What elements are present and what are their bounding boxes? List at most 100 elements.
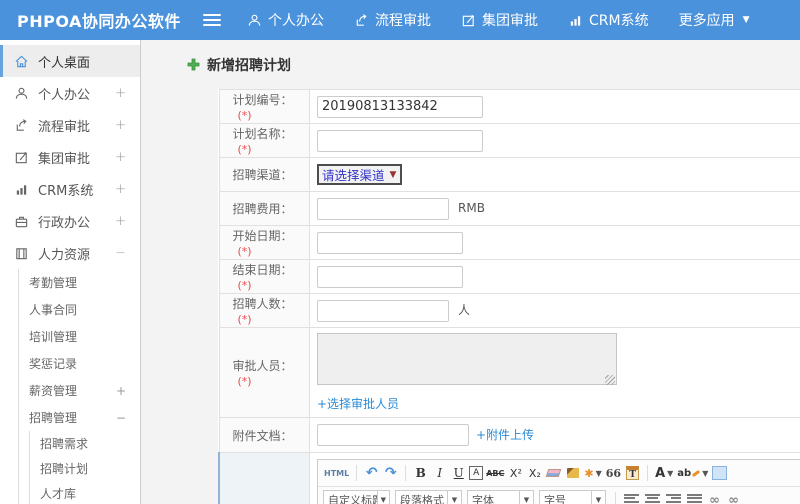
topnav-more-apps[interactable]: 更多应用 ▼ — [679, 10, 750, 30]
person-icon — [247, 13, 262, 28]
attachment-input[interactable] — [317, 424, 469, 447]
collapse-minus-icon[interactable]: − — [115, 246, 126, 261]
expand-plus-icon[interactable]: + — [115, 118, 126, 133]
pen-icon — [692, 469, 701, 477]
required-mark: (*) — [237, 279, 252, 292]
sidebar-item-recruit-mgmt[interactable]: 招聘管理 − — [19, 404, 140, 431]
sidebar-item-salary[interactable]: 薪资管理 + — [19, 377, 140, 404]
superscript-button[interactable]: X² — [507, 463, 524, 483]
font-size-dropdown[interactable]: 字号 ▼ — [539, 490, 606, 504]
font-color-button[interactable]: A ▼ — [654, 463, 674, 483]
sidebar-item-desktop[interactable]: 个人桌面 — [0, 45, 140, 77]
redo-icon[interactable]: ↷ — [382, 463, 399, 483]
add-plus-icon — [187, 56, 200, 75]
bold-button[interactable]: B — [412, 463, 429, 483]
underline-button[interactable]: U — [450, 463, 467, 483]
person-icon — [14, 86, 30, 101]
sidebar-item-talent-pool[interactable]: 人才库 — [30, 481, 140, 504]
form-row-editor: HTML ↶ ↷ B I U A ABC X² X₂ ✱ ▼ 66 T A ▼ … — [218, 452, 800, 504]
align-justify-icon[interactable] — [687, 494, 702, 504]
menu-icon[interactable] — [203, 11, 221, 29]
blockquote-button[interactable]: 66 — [605, 463, 622, 483]
app-header: PHPOA协同办公软件 个人办公 流程审批 集团审批 CRM系统 更多应用 ▼ — [0, 0, 800, 40]
remove-link-icon[interactable]: ∞ — [725, 490, 742, 504]
insert-link-icon[interactable]: ∞ — [706, 490, 723, 504]
sidebar-item-attendance[interactable]: 考勤管理 — [19, 269, 140, 296]
expand-plus-icon[interactable]: + — [115, 214, 126, 229]
paste-icon[interactable]: T — [624, 463, 641, 483]
sidebar-item-hr[interactable]: 人力资源 − — [0, 237, 140, 269]
topnav-flow-approval[interactable]: 流程审批 — [354, 10, 431, 30]
required-mark: (*) — [237, 143, 252, 156]
sidebar: 个人桌面 个人办公 + 流程审批 + 集团审批 + CRM系统 + 行政办公 + — [0, 40, 141, 504]
sidebar-item-personal-office[interactable]: 个人办公 + — [0, 77, 140, 109]
channel-select[interactable]: 请选择渠道 ▼ — [317, 164, 403, 185]
topnav-personal-office[interactable]: 个人办公 — [247, 10, 324, 30]
briefcase-icon — [14, 214, 30, 229]
field-label: 招聘费用： — [232, 202, 293, 216]
sidebar-item-hr-contract[interactable]: 人事合同 — [19, 296, 140, 323]
edit-square-icon — [14, 150, 30, 165]
expand-plus-icon[interactable]: + — [116, 384, 126, 398]
collapse-minus-icon[interactable]: − — [116, 411, 126, 425]
expand-plus-icon[interactable]: + — [115, 150, 126, 165]
strikethrough-button[interactable]: ABC — [485, 463, 505, 483]
sidebar-item-admin-office[interactable]: 行政办公 + — [0, 205, 140, 237]
sidebar-item-recruit-demand[interactable]: 招聘需求 — [30, 431, 140, 456]
form-row-headcount: 招聘人数： (*) 人 — [218, 293, 800, 328]
sidebar-item-flow-approval[interactable]: 流程审批 + — [0, 109, 140, 141]
sidebar-item-training[interactable]: 培训管理 — [19, 323, 140, 350]
required-mark: (*) — [237, 375, 252, 388]
fee-input[interactable] — [317, 197, 449, 220]
end-date-input[interactable] — [317, 265, 463, 288]
field-label: 附件文档： — [232, 428, 293, 443]
eraser-icon[interactable] — [545, 463, 562, 483]
share-arrow-icon — [354, 13, 369, 28]
sidebar-item-recruit-plan[interactable]: 招聘计划 — [30, 456, 140, 481]
html-source-button[interactable]: HTML — [323, 463, 350, 483]
plan-name-input[interactable] — [317, 129, 483, 152]
required-mark: (*) — [237, 245, 252, 258]
custom-title-dropdown[interactable]: 自定义标题▼ — [323, 490, 390, 504]
sidebar-item-crm[interactable]: CRM系统 + — [0, 173, 140, 205]
page-title: 新增招聘计划 — [187, 55, 800, 75]
sidebar-item-rewards[interactable]: 奖惩记录 — [19, 350, 140, 377]
select-approver-link[interactable]: +选择审批人员 — [317, 395, 800, 412]
align-center-icon[interactable] — [645, 494, 660, 504]
align-right-icon[interactable] — [666, 494, 681, 504]
approver-textarea[interactable] — [317, 333, 617, 385]
insert-image-button[interactable] — [711, 463, 728, 483]
headcount-input[interactable] — [317, 299, 449, 322]
form-row-channel: 招聘渠道： 请选择渠道 ▼ — [218, 157, 800, 192]
paragraph-format-dropdown[interactable]: 段落格式 ▼ — [395, 490, 462, 504]
attachment-upload-link[interactable]: +附件上传 — [476, 428, 534, 442]
field-label: 审批人员： — [232, 359, 293, 373]
font-family-dropdown[interactable]: 字体 ▼ — [467, 490, 534, 504]
field-label: 招聘渠道： — [232, 168, 293, 182]
form-row-plan-name: 计划名称： (*) — [218, 123, 800, 158]
required-mark: (*) — [237, 313, 252, 326]
font-style-button[interactable]: A — [469, 466, 484, 480]
align-left-icon[interactable] — [624, 494, 639, 504]
sidebar-item-group-approval[interactable]: 集团审批 + — [0, 141, 140, 173]
clear-format-broom-icon[interactable] — [564, 463, 581, 483]
topnav-crm[interactable]: CRM系统 — [568, 10, 649, 30]
expand-plus-icon[interactable]: + — [115, 86, 126, 101]
dropdown-arrow-icon: ▼ — [447, 491, 461, 504]
format-brush-icon[interactable]: ✱ ▼ — [583, 463, 602, 483]
share-arrow-icon — [14, 118, 30, 133]
italic-button[interactable]: I — [431, 463, 448, 483]
start-date-input[interactable] — [317, 231, 463, 254]
subscript-button[interactable]: X₂ — [526, 463, 543, 483]
plan-no-input[interactable] — [317, 95, 483, 118]
bar-chart-icon — [568, 13, 583, 28]
undo-icon[interactable]: ↶ — [363, 463, 380, 483]
topnav-group-approval[interactable]: 集团审批 — [461, 10, 538, 30]
resize-grip[interactable] — [605, 375, 615, 385]
form-row-end-date: 结束日期： (*) — [218, 259, 800, 294]
field-label: 计划编号： — [232, 93, 293, 107]
expand-plus-icon[interactable]: + — [115, 182, 126, 197]
rich-text-editor: HTML ↶ ↷ B I U A ABC X² X₂ ✱ ▼ 66 T A ▼ … — [317, 459, 800, 504]
highlight-color-button[interactable]: ab ▼ — [676, 463, 709, 483]
form-row-attachment: 附件文档： +附件上传 — [218, 417, 800, 453]
